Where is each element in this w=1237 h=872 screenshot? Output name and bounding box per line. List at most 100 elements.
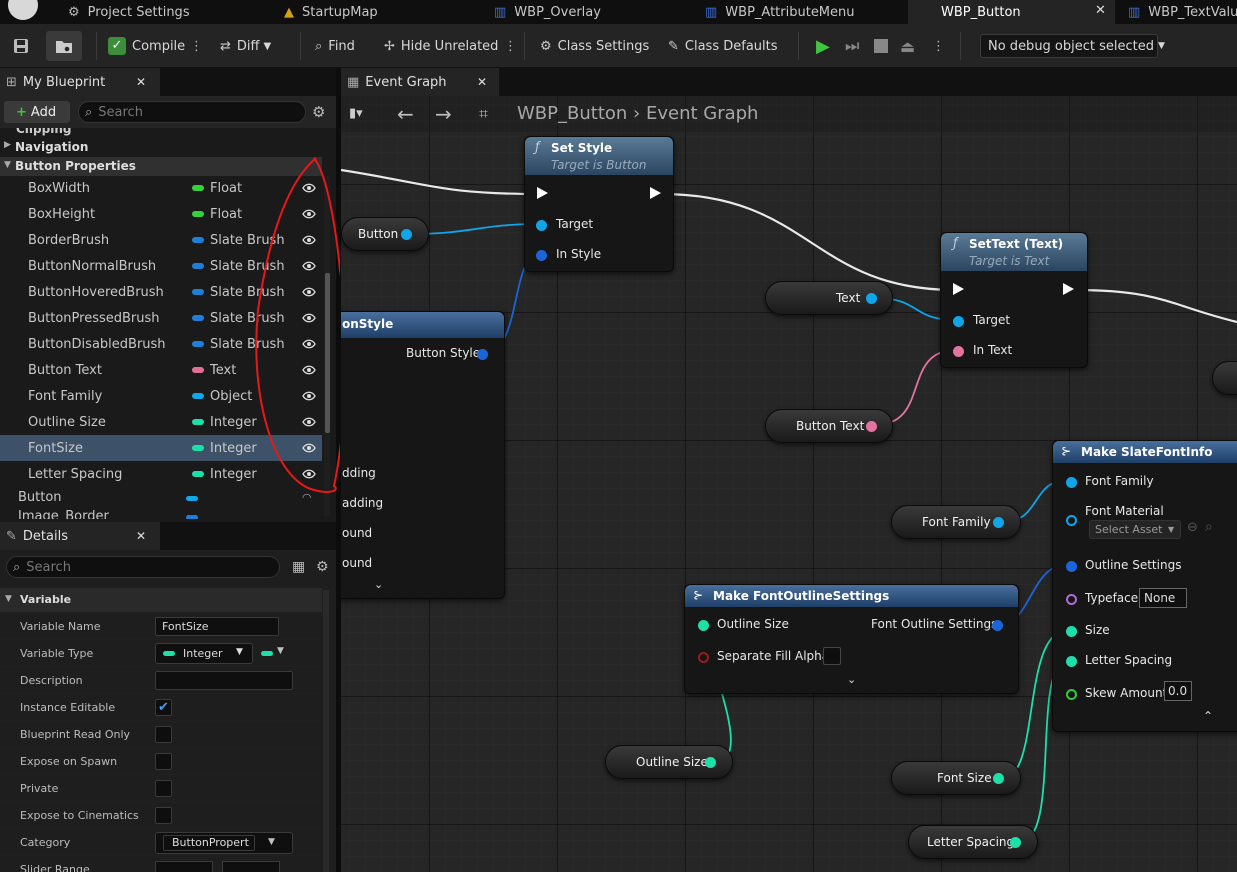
set-style-node[interactable]: ƒ Set Style Target is Button Target In S… xyxy=(524,136,674,272)
eject-icon[interactable]: ⏏ xyxy=(900,31,915,61)
details-search-input[interactable]: ⌕ Search xyxy=(6,556,280,578)
play-options-icon[interactable]: ⋮ xyxy=(932,31,945,61)
exec-in-pin[interactable] xyxy=(953,283,964,295)
button-text-variable-node[interactable]: Button Text xyxy=(765,409,893,443)
step-icon[interactable]: ⏭ xyxy=(845,31,859,61)
typeface-pin[interactable] xyxy=(1066,594,1077,605)
letter-spacing-variable-node[interactable]: Letter Spacing xyxy=(908,825,1038,859)
gear-icon[interactable]: ⚙ xyxy=(312,103,325,121)
button-variable-node[interactable]: Button xyxy=(341,217,429,251)
property-matrix-icon[interactable]: ▦ xyxy=(292,559,305,575)
close-icon[interactable]: ✕ xyxy=(1095,3,1106,18)
size-pin[interactable] xyxy=(1066,626,1077,637)
my-blueprint-search-input[interactable]: ⌕ Search xyxy=(78,101,306,123)
private-checkbox[interactable] xyxy=(155,780,172,797)
make-fontoutlinesettings-node[interactable]: ⊱ Make FontOutlineSettings Outline Size … xyxy=(684,584,1019,694)
close-icon[interactable]: ✕ xyxy=(477,75,487,89)
instance-editable-checkbox[interactable]: ✔ xyxy=(155,699,172,716)
engine-logo-icon[interactable] xyxy=(8,0,38,20)
use-selected-icon[interactable]: ⊖ xyxy=(1187,520,1198,535)
event-graph-tab[interactable]: ▦ Event Graph ✕ xyxy=(341,68,499,96)
letter-spacing-pin[interactable] xyxy=(1066,656,1077,667)
blueprint-read-only-checkbox[interactable] xyxy=(155,726,172,743)
outline-size-output-pin[interactable] xyxy=(705,757,716,768)
typeface-field[interactable]: None xyxy=(1139,588,1187,608)
target-pin[interactable] xyxy=(536,220,547,231)
close-icon[interactable]: ✕ xyxy=(136,75,146,89)
description-field[interactable] xyxy=(155,671,293,690)
variable-section-header[interactable]: ▼ Variable xyxy=(0,588,322,612)
variable-type-dropdown[interactable]: Integer ▼ xyxy=(155,643,253,664)
font-family-output-pin[interactable] xyxy=(993,517,1004,528)
button-text-output-pin[interactable] xyxy=(866,421,877,432)
chevron-down-icon[interactable]: ⌄ xyxy=(374,578,383,591)
settext-node[interactable]: ƒ SetText (Text) Target is Text Target I… xyxy=(940,232,1088,368)
my-blueprint-tab[interactable]: ⊞ My Blueprint ✕ xyxy=(0,68,160,96)
debug-object-dropdown[interactable]: No debug object selected ▼ xyxy=(980,34,1165,58)
close-icon[interactable]: ✕ xyxy=(136,529,146,543)
browse-icon[interactable] xyxy=(46,31,82,61)
hide-options-icon[interactable]: ⋮ xyxy=(504,31,517,61)
variable-name-field[interactable]: FontSize xyxy=(155,617,279,636)
text-variable-node[interactable]: Text xyxy=(765,281,893,315)
tab-wbp-textvalue[interactable]: ▥ WBP_TextValu xyxy=(1120,0,1237,24)
tab-project-settings[interactable]: ⚙ Project Settings xyxy=(60,0,270,24)
skew-amount-pin[interactable] xyxy=(1066,689,1077,700)
target-pin[interactable] xyxy=(953,316,964,327)
font-family-pin[interactable] xyxy=(1066,477,1077,488)
slider-range-min[interactable] xyxy=(155,861,213,872)
font-material-pin[interactable] xyxy=(1066,515,1077,526)
details-tab[interactable]: ✎ Details ✕ xyxy=(0,522,160,550)
font-size-output-pin[interactable] xyxy=(993,773,1004,784)
hide-unrelated-button[interactable]: ✢ Hide Unrelated xyxy=(384,31,498,61)
slider-range-max[interactable] xyxy=(222,861,280,872)
add-button[interactable]: + Add xyxy=(4,101,70,123)
select-asset-dropdown[interactable]: Select Asset ▼ xyxy=(1089,520,1181,539)
details-scrollbar[interactable] xyxy=(323,590,329,872)
stop-icon[interactable] xyxy=(874,31,890,61)
class-defaults-button[interactable]: ✎ Class Defaults xyxy=(668,31,778,61)
in-text-pin[interactable] xyxy=(953,346,964,357)
find-button[interactable]: ⌕ Find xyxy=(315,31,355,61)
class-settings-button[interactable]: ⚙ Class Settings xyxy=(540,31,649,61)
outline-settings-pin[interactable] xyxy=(1066,561,1077,572)
outline-size-variable-node[interactable]: Outline Size xyxy=(605,745,733,779)
make-button-style-node[interactable]: onStyle Button Style dding adding ound o… xyxy=(341,311,505,599)
container-type-dropdown[interactable]: ▼ xyxy=(259,643,291,664)
save-icon[interactable] xyxy=(8,31,34,61)
gear-icon[interactable]: ⚙ xyxy=(316,559,329,575)
tab-wbp-button[interactable]: WBP_Button ✕ xyxy=(908,0,1115,24)
diff-button[interactable]: ⇄ Diff ▼ xyxy=(220,31,271,61)
tab-wbp-overlay[interactable]: ▥ WBP_Overlay xyxy=(486,0,691,24)
variable-row-image-border[interactable]: Image_Border xyxy=(0,509,322,519)
font-size-variable-node[interactable]: Font Size xyxy=(891,761,1021,795)
compile-button[interactable]: ✓ Compile xyxy=(108,31,185,61)
text-output-pin[interactable] xyxy=(866,293,877,304)
tab-wbp-attributemenu[interactable]: ▥ WBP_AttributeMenu xyxy=(697,0,902,24)
separate-fill-alpha-pin[interactable] xyxy=(698,652,709,663)
event-graph-canvas[interactable]: ▮▾ ← → ⌗ WBP_Button › Event Graph ƒ Set … xyxy=(341,96,1237,872)
exec-out-pin[interactable] xyxy=(1063,283,1074,295)
skew-amount-field[interactable]: 0.0 xyxy=(1164,681,1192,701)
category-combo[interactable]: ButtonPropert ▼ xyxy=(155,832,293,854)
expose-on-spawn-checkbox[interactable] xyxy=(155,753,172,770)
font-outline-settings-out-pin[interactable] xyxy=(992,620,1003,631)
category-value[interactable]: ButtonPropert xyxy=(163,835,255,851)
button-style-out-pin[interactable] xyxy=(477,349,488,360)
compile-options-icon[interactable]: ⋮ xyxy=(190,31,203,61)
font-family-variable-node[interactable]: Font Family xyxy=(891,505,1021,539)
button-output-pin[interactable] xyxy=(401,229,412,240)
exec-out-pin[interactable] xyxy=(650,187,661,199)
play-icon[interactable]: ▶ xyxy=(816,31,830,61)
separate-fill-alpha-checkbox[interactable] xyxy=(823,647,841,665)
letter-spacing-output-pin[interactable] xyxy=(1010,837,1021,848)
expose-to-cinematics-checkbox[interactable] xyxy=(155,807,172,824)
outline-size-pin[interactable] xyxy=(698,620,709,631)
in-style-pin[interactable] xyxy=(536,250,547,261)
tab-startupmap[interactable]: ▲ StartupMap xyxy=(276,0,476,24)
chevron-up-icon[interactable]: ⌃ xyxy=(1203,709,1213,723)
browse-asset-icon[interactable]: ⌕ xyxy=(1205,519,1213,535)
exec-in-pin[interactable] xyxy=(537,187,548,199)
make-slatefontinfo-node[interactable]: ⊱ Make SlateFontInfo Font Family Font Ma… xyxy=(1052,440,1237,732)
chevron-down-icon[interactable]: ⌄ xyxy=(847,673,856,686)
